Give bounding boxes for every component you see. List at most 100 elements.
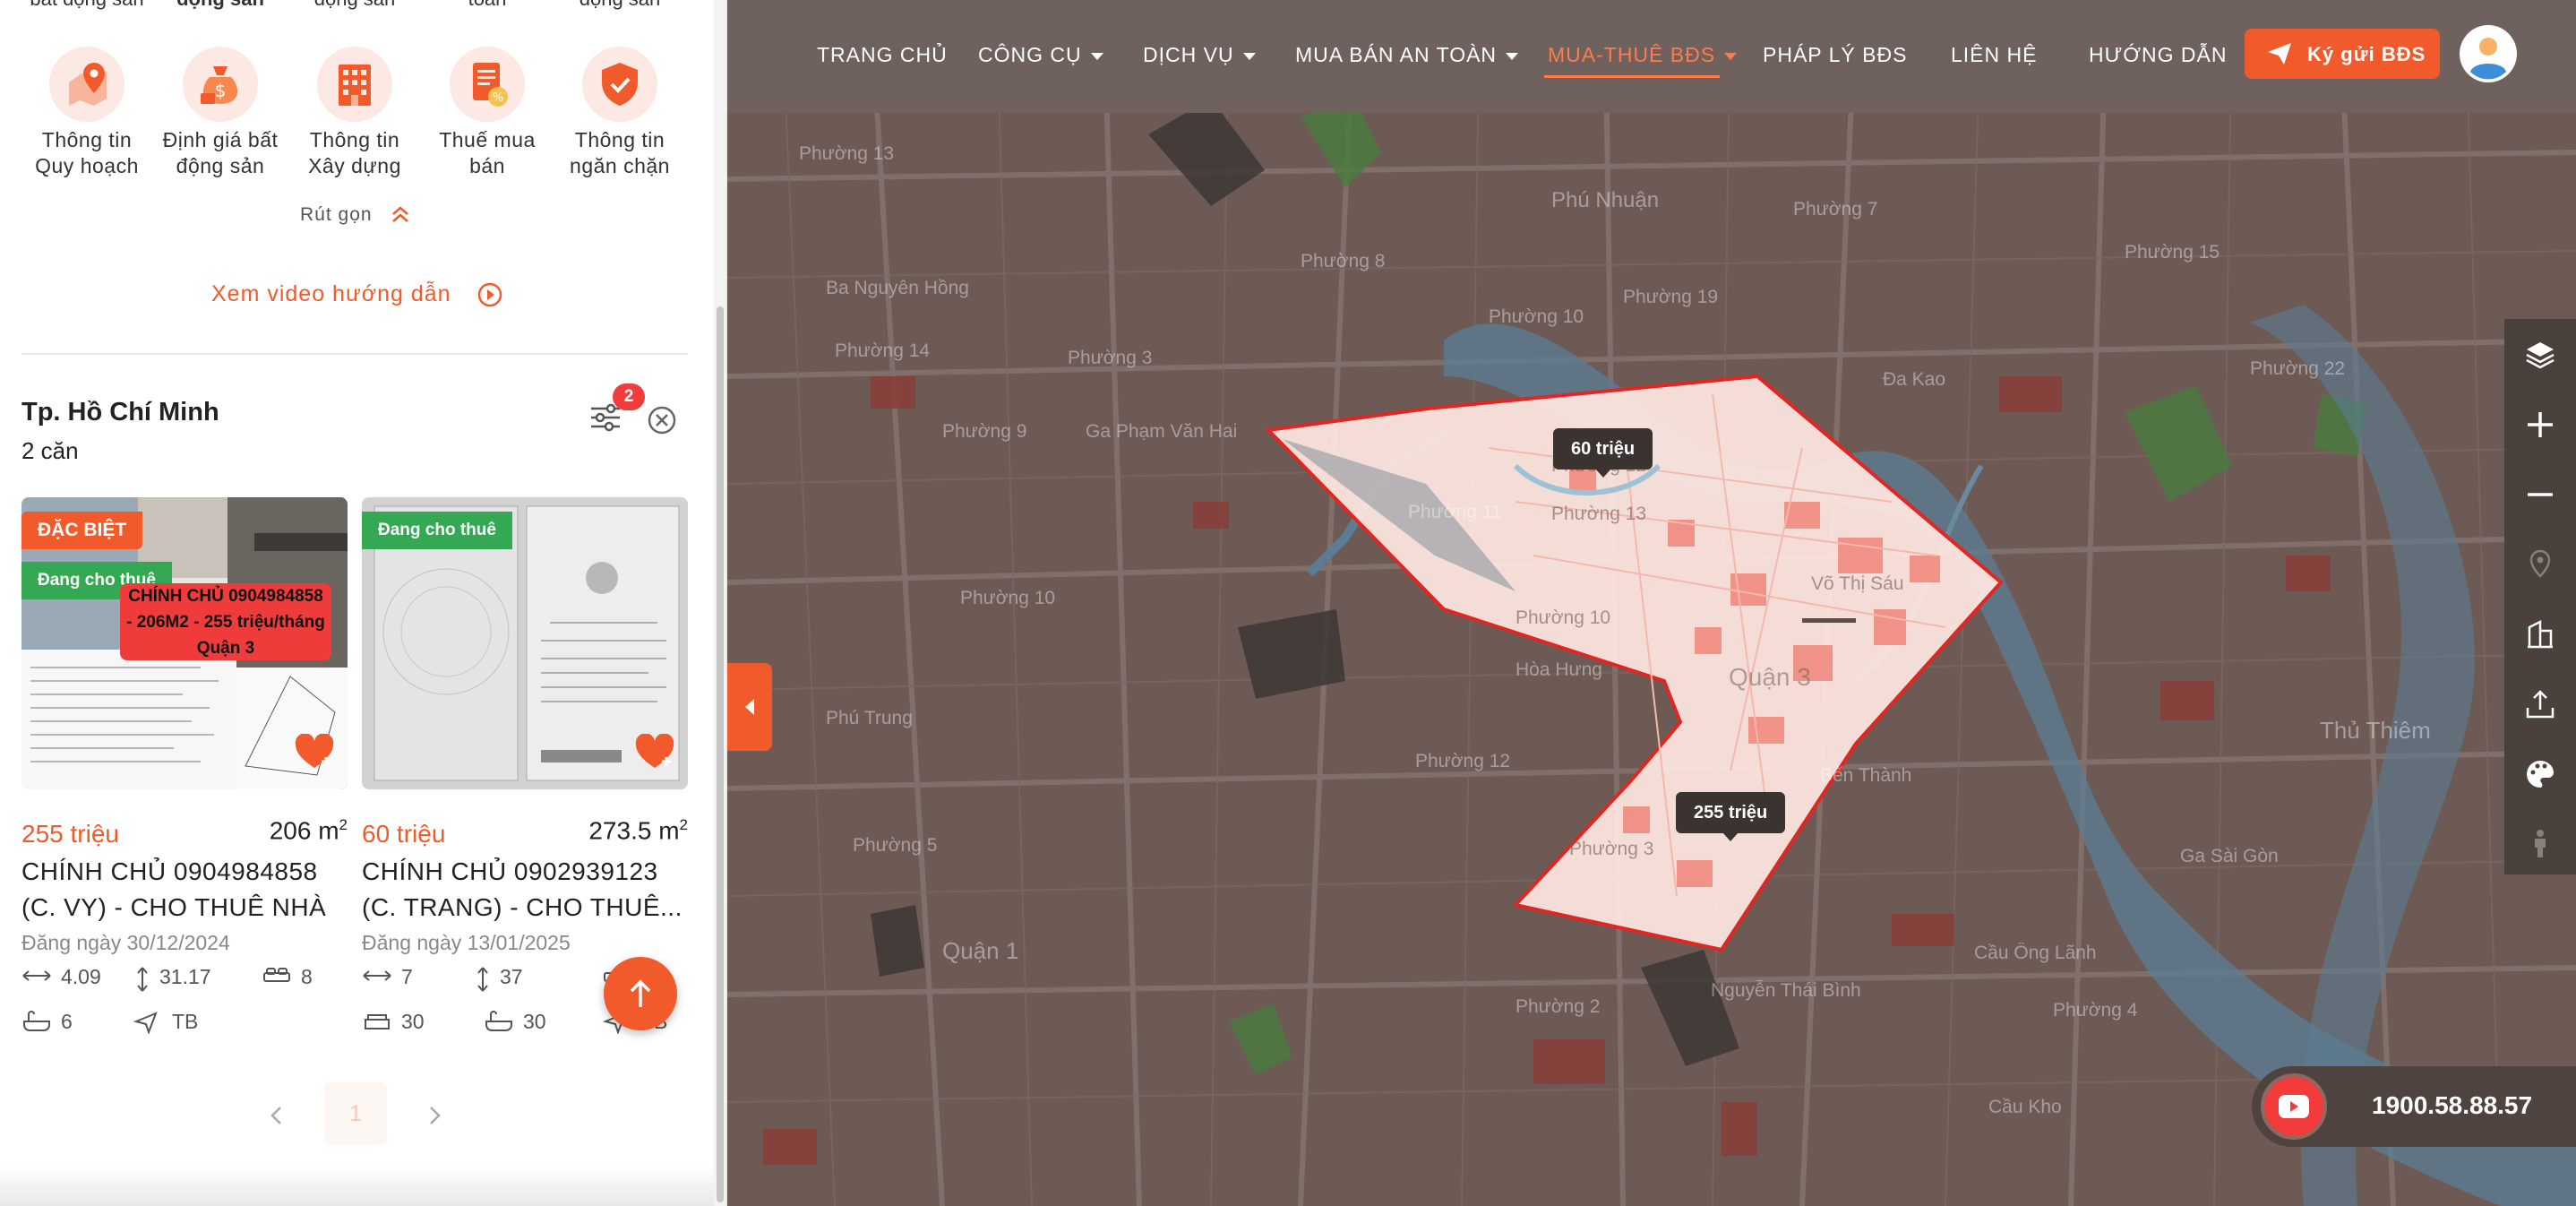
collapse-sidebar-button[interactable] [727,663,772,751]
tool-label: Thông tin Quy hoạch [35,128,139,177]
hotline-number[interactable]: 1900.58.88.57 [2372,1091,2532,1120]
clear-filter-icon[interactable] [647,405,677,435]
favorite-heart-icon[interactable] [634,734,675,771]
listing-sidebar: bất động sản động sản động sản toàn động… [0,0,727,1206]
street-view-button[interactable] [2504,808,2576,878]
favorite-heart-icon[interactable] [294,734,335,771]
listing-photo[interactable]: Đang cho thuê [362,497,688,789]
map-label: Phường 7 [1793,199,1878,220]
tool-blocking-info[interactable]: Thông tin ngăn chặn [554,47,686,179]
listing-date: Đăng ngày 30/12/2024 [21,931,230,954]
price-pin[interactable]: 255 triệu [1676,792,1786,841]
tool-label: Thuế mua bán [439,128,536,177]
filter-count-badge: 2 [613,383,645,410]
map-label: Phường 15 [2125,242,2220,263]
layers-button[interactable] [2504,319,2576,389]
nav-tools[interactable]: CÔNG CỤ [978,43,1103,67]
top-navigation-bar: TRANG CHỦ CÔNG CỤ DỊCH VỤ MUA BÁN AN TOÀ… [727,0,2576,113]
sidebar-scrollbar[interactable] [714,0,726,1206]
locate-button[interactable] [2504,529,2576,599]
scrollbar-thumb[interactable] [717,306,724,1202]
pagination-next-icon[interactable] [421,1102,448,1129]
planning-overlay-button[interactable] [2504,599,2576,668]
price-pin[interactable]: 60 triệu [1553,428,1653,478]
map-label: Quận 3 [1729,663,1811,691]
listing-title[interactable]: CHÍNH CHỦ 0902939123 (C. TRANG) - CHO TH… [362,854,688,926]
building-outline-icon [2528,619,2553,649]
svg-text:%: % [493,91,503,105]
tool-label: Thông tin Xây dựng [308,128,401,177]
shield-check-icon [582,47,657,122]
money-bag-icon: $ [183,47,258,122]
pagination-prev-icon[interactable] [263,1102,290,1129]
map-label: Cầu Kho [1988,1097,2062,1117]
nav-home[interactable]: TRANG CHỦ [817,43,948,67]
nav-guide[interactable]: HƯỚNG DẪN [2089,43,2227,67]
user-avatar[interactable] [2460,25,2517,82]
hotline-widget[interactable]: 1900.58.88.57 [2252,1066,2576,1147]
divider [21,353,688,355]
scroll-to-top-button[interactable] [604,957,677,1030]
user-icon [2461,27,2515,81]
map-style-button[interactable] [2504,738,2576,808]
map-toolbar [2504,319,2576,874]
layers-icon [2526,342,2555,369]
minus-icon [2528,493,2553,496]
listing-card[interactable]: Đang cho thuê 60 triệu 273.5 m2 CHÍNH CH… [362,497,688,1034]
chevron-down-icon [1724,52,1738,60]
pegman-icon [2535,830,2546,857]
width-arrows-icon [22,970,51,981]
upload-button[interactable] [2504,668,2576,738]
map-label: Hòa Hưng [1516,659,1602,680]
palette-icon [2527,761,2554,788]
tool-valuation[interactable]: $ Định giá bất động sản [154,47,287,179]
pagination-page[interactable]: 1 [324,1082,387,1145]
tool-transfer-tax[interactable]: % Thuế mua bán [421,47,554,179]
zoom-out-button[interactable] [2504,459,2576,529]
nav-contact[interactable]: LIÊN HỆ [1951,43,2037,67]
zoom-in-button[interactable] [2504,389,2576,459]
tool-construction-info[interactable]: Thông tin Xây dựng [288,47,421,179]
special-tag: ĐẶC BIỆT [21,512,143,549]
map-canvas[interactable]: Phường 13 Phú Nhuận Phường 7 Phường 8 Ph… [727,0,2576,1206]
tool-label-cut: động sản [154,0,287,11]
map-label: Phường 3 [1569,839,1654,859]
listing-title[interactable]: CHÍNH CHỦ 0904984858 (C. VY) - CHO THUÊ … [21,854,348,926]
map-label: Võ Thị Sáu [1811,573,1904,594]
map-label: Phường 11 [1408,502,1502,522]
listing-photo[interactable]: ĐẶC BIỆT Đang cho thuê CHÍNH CHỦ 0904984… [21,497,348,789]
length-arrows-icon [477,967,488,992]
map-label: Phường 19 [1623,287,1719,307]
tool-label: Thông tin ngăn chặn [570,128,670,177]
tool-label: Định giá bất động sản [162,128,279,177]
chevron-down-icon [1242,52,1256,60]
nav-legal[interactable]: PHÁP LÝ BĐS [1763,43,1907,67]
listing-area: 206 m2 [269,816,348,845]
nav-buy-rent[interactable]: MUA-THUÊ BĐS [1548,43,1738,67]
bed-icon [263,968,290,982]
consign-property-button[interactable]: Ký gửi BĐS [2245,29,2440,79]
video-guide-link[interactable]: Xem video hướng dẫn [211,281,451,307]
map-label: Thủ Thiêm [2320,717,2431,744]
map-label: Phường 10 [1516,607,1611,628]
plus-icon [2528,412,2553,437]
tool-label-cut: toàn [421,0,554,11]
youtube-button[interactable] [2261,1073,2327,1140]
map-label: Quận 1 [942,937,1019,964]
nav-services[interactable]: DỊCH VỤ [1143,43,1256,67]
map-label: Nguyễn Thái Bình [1711,980,1861,1001]
tax-document-icon: % [450,47,525,122]
arrow-up-icon [630,979,651,1007]
tool-label-cut: bất động sản [21,0,153,11]
map-label: Phường 10 [960,588,1056,608]
status-tag: Đang cho thuê [362,512,512,549]
map-label: Phú Trung [826,708,913,728]
listing-card[interactable]: ĐẶC BIỆT Đang cho thuê CHÍNH CHỦ 0904984… [21,497,348,1034]
caret-left-icon [745,699,754,715]
tool-planning-info[interactable]: Thông tin Quy hoạch [21,47,153,179]
collapse-tools-button[interactable]: Rút gọn [300,204,373,226]
nav-safe-trading[interactable]: MUA BÁN AN TOÀN [1295,43,1519,67]
listing-price: 60 triệu [362,820,446,848]
tool-label-cut: động sản [554,0,686,11]
result-count: 2 căn [21,437,79,464]
